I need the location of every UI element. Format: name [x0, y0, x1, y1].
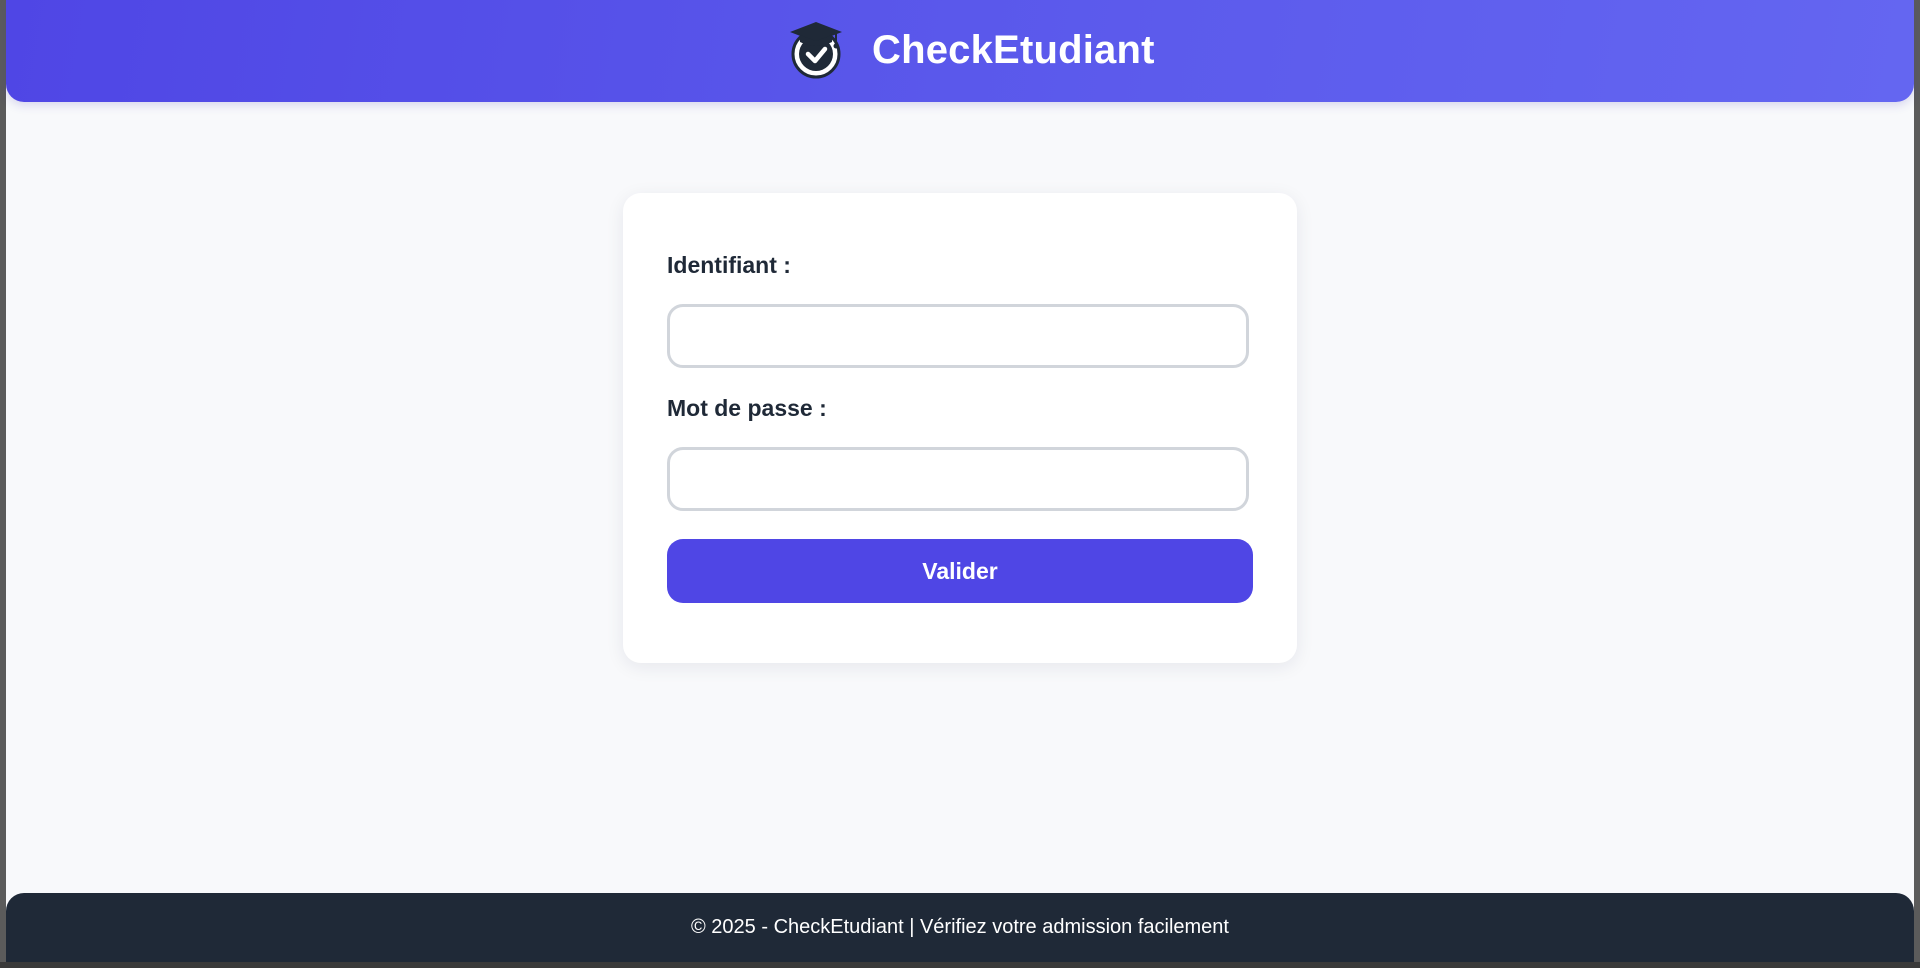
- login-card: Identifiant : Mot de passe : Valider: [623, 193, 1297, 663]
- password-label: Mot de passe :: [667, 395, 827, 421]
- password-input[interactable]: [667, 447, 1249, 511]
- taskbar-strip: [0, 962, 1920, 968]
- graduate-check-icon: [790, 22, 842, 79]
- app-title: CheckEtudiant: [872, 28, 1155, 72]
- footer-copyright: © 2025 - CheckEtudiant | Vérifiez votre …: [691, 916, 1229, 938]
- app-window: CheckEtudiant Identifiant : Mot de passe…: [6, 0, 1914, 962]
- submit-button[interactable]: Valider: [667, 539, 1253, 603]
- site-header: CheckEtudiant: [6, 0, 1914, 102]
- username-input[interactable]: [667, 304, 1249, 368]
- site-footer: © 2025 - CheckEtudiant | Vérifiez votre …: [6, 893, 1914, 962]
- username-label: Identifiant :: [667, 252, 791, 278]
